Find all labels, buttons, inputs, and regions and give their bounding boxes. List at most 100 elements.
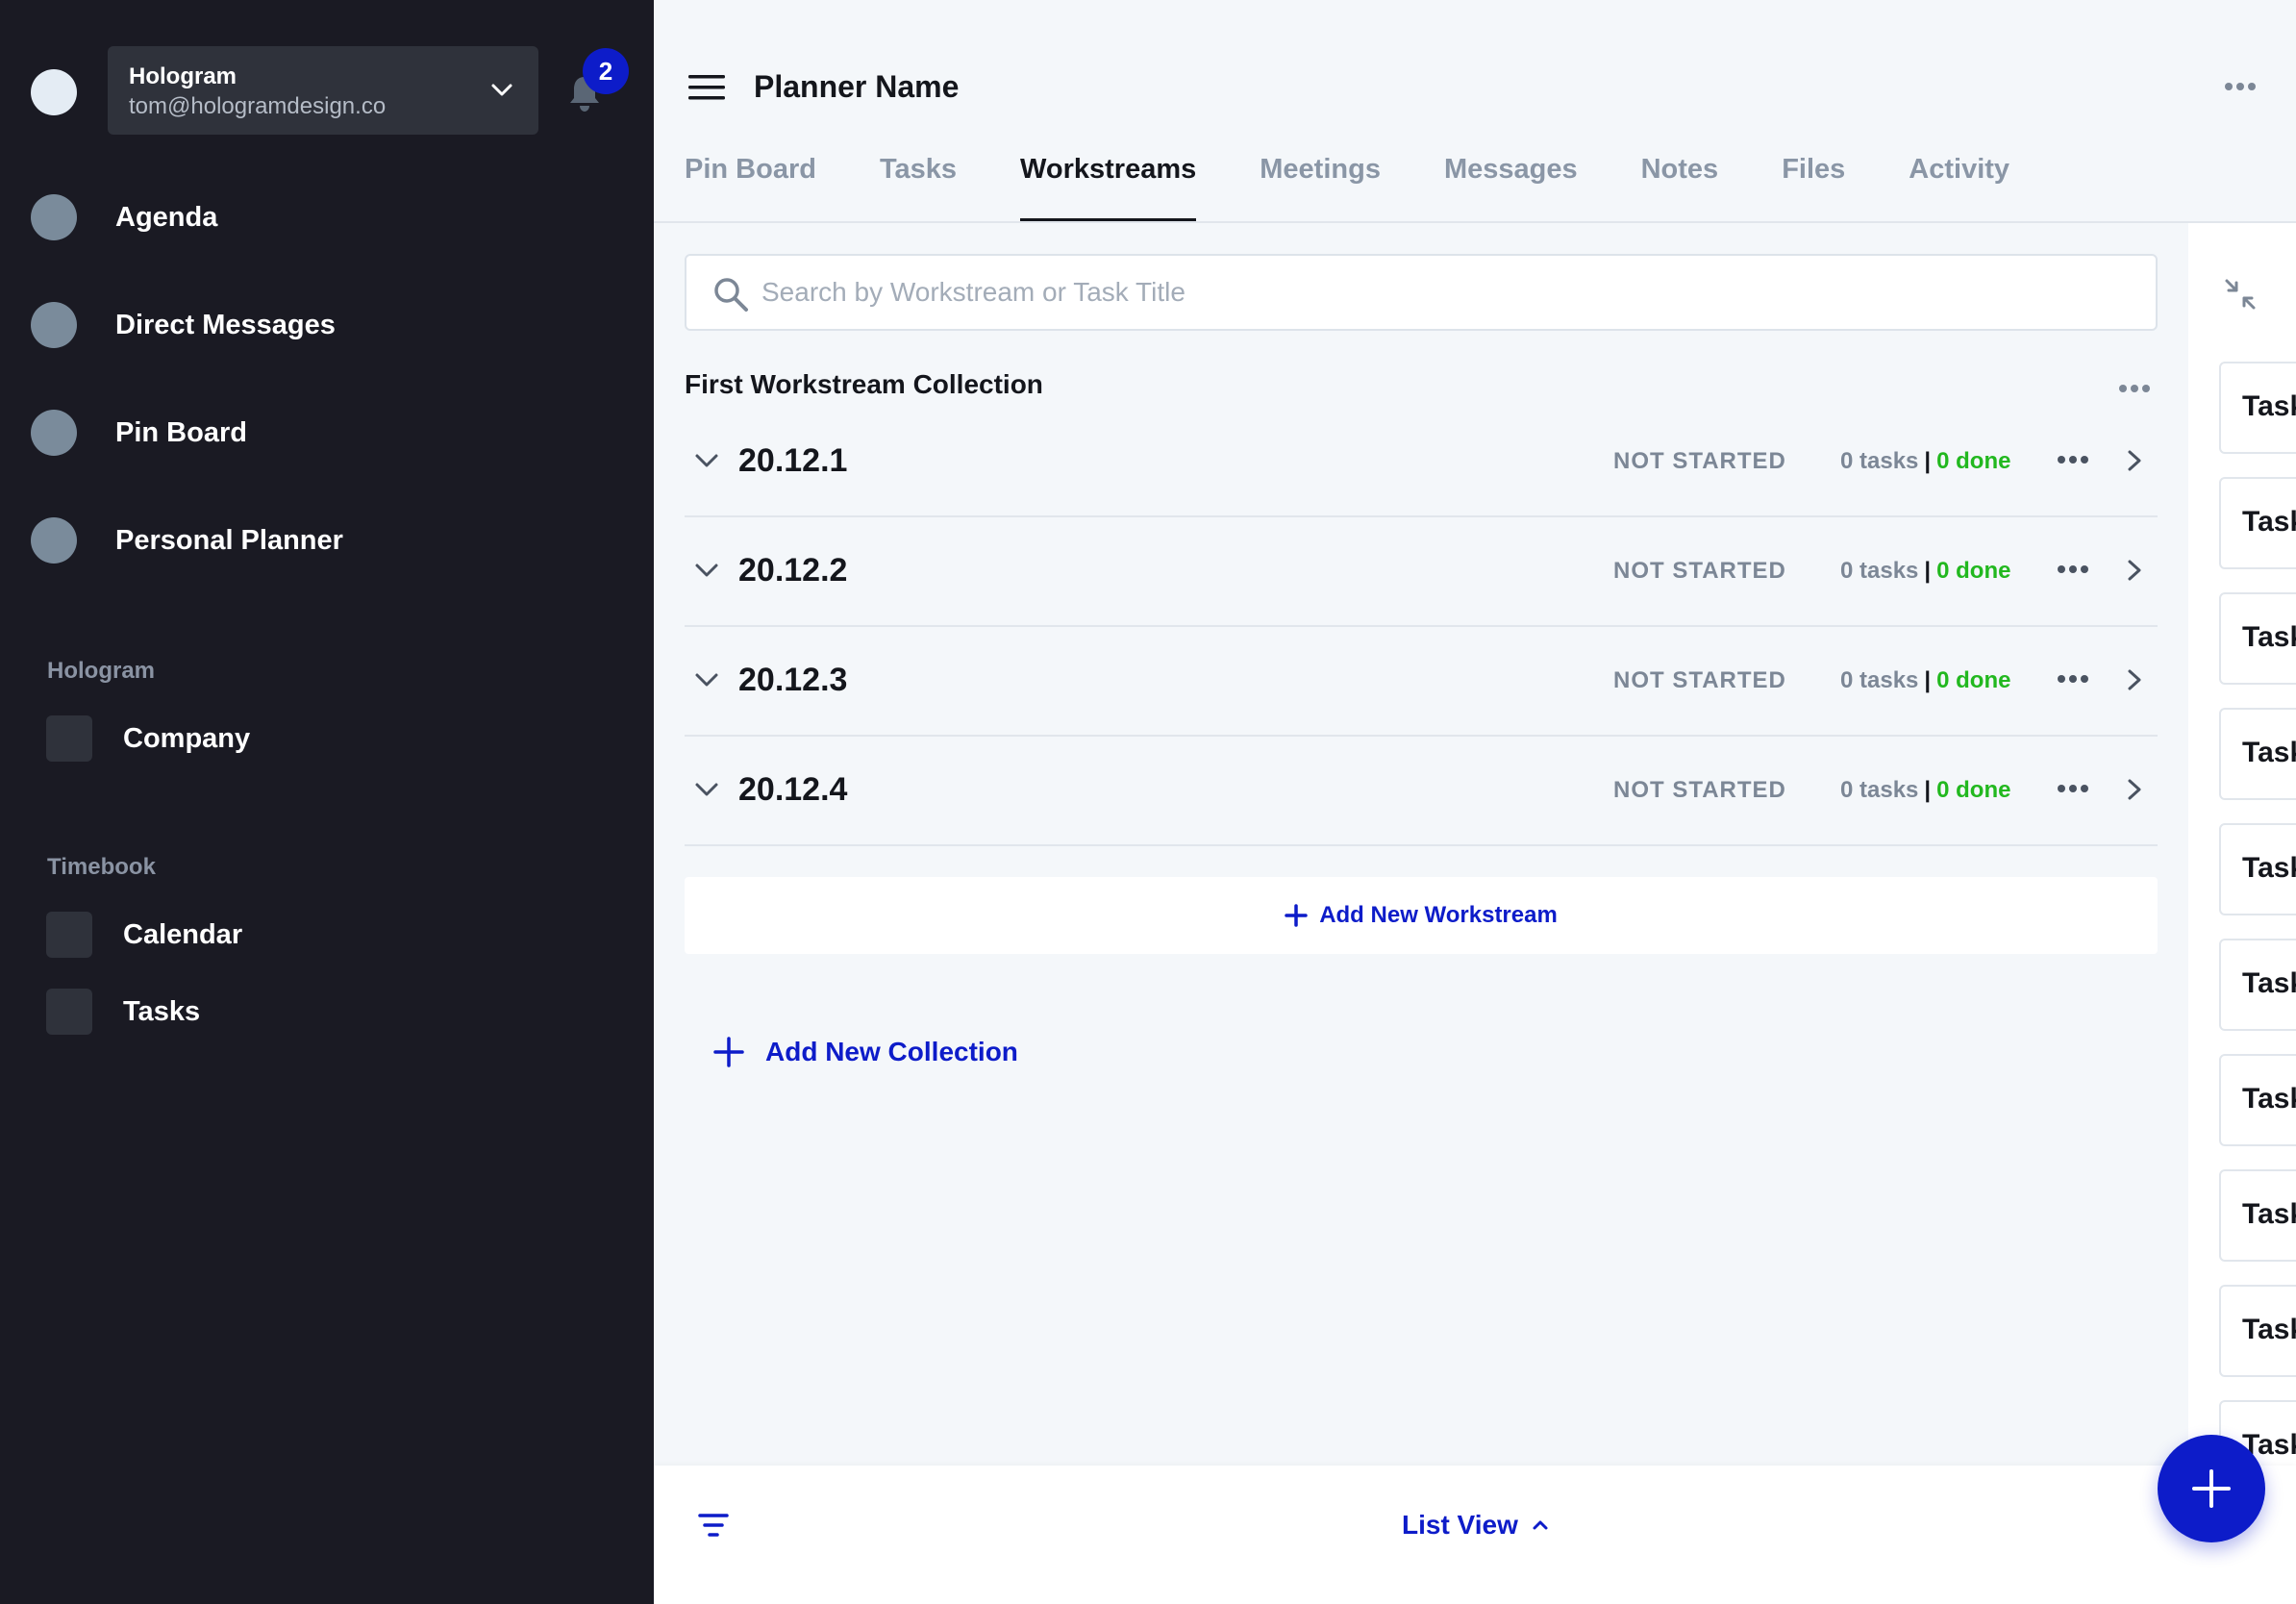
task-card[interactable]: Task	[2219, 1054, 2296, 1146]
menu-icon[interactable]	[688, 73, 725, 102]
tasks-total: 0 tasks	[1840, 777, 1919, 803]
workstream-row[interactable]: 20.12.4 NOT STARTED 0 tasks | 0 done	[685, 737, 2158, 846]
workstream-name: 20.12.3	[738, 662, 848, 698]
plus-icon	[713, 1037, 744, 1067]
tasks-total: 0 tasks	[1840, 448, 1919, 474]
add-collection-label: Add New Collection	[765, 1037, 1018, 1066]
sidebar-item-personal-planner[interactable]: Personal Planner	[31, 514, 343, 567]
plus-icon	[2192, 1469, 2231, 1508]
account-avatar[interactable]	[31, 69, 77, 115]
tabs-divider	[654, 221, 2296, 223]
status-badge: NOT STARTED	[1613, 448, 1786, 474]
add-workstream-label: Add New Workstream	[1319, 902, 1558, 928]
add-collection-button[interactable]: Add New Collection	[713, 1033, 1018, 1071]
chevron-down-icon[interactable]	[692, 556, 721, 585]
count-separator: |	[1924, 667, 1932, 693]
chevron-down-icon[interactable]	[692, 775, 721, 804]
tab-pin-board[interactable]: Pin Board	[685, 152, 816, 221]
account-name: Hologram	[129, 63, 237, 89]
task-count: 0 tasks | 0 done	[1840, 667, 2010, 694]
task-card[interactable]: Task	[2219, 477, 2296, 569]
status-badge: NOT STARTED	[1613, 667, 1786, 693]
workstream-row[interactable]: 20.12.1 NOT STARTED 0 tasks | 0 done	[685, 408, 2158, 517]
more-options-icon[interactable]	[2056, 781, 2090, 796]
chevron-right-icon[interactable]	[2123, 775, 2146, 804]
collapse-icon[interactable]	[2223, 277, 2258, 312]
tab-files[interactable]: Files	[1782, 152, 1845, 221]
chevron-right-icon[interactable]	[2123, 556, 2146, 585]
tasks-done: 0 done	[1936, 448, 2011, 474]
add-fab-button[interactable]	[2158, 1435, 2265, 1542]
personal-planner-icon	[31, 517, 77, 564]
tab-messages[interactable]: Messages	[1444, 152, 1578, 221]
search-icon	[714, 278, 748, 312]
count-separator: |	[1924, 777, 1932, 803]
tab-workstreams[interactable]: Workstreams	[1020, 152, 1197, 221]
workstream-row[interactable]: 20.12.2 NOT STARTED 0 tasks | 0 done	[685, 517, 2158, 627]
section-title-hologram: Hologram	[47, 658, 156, 684]
more-options-icon[interactable]	[2056, 562, 2090, 577]
count-separator: |	[1924, 448, 1932, 474]
chevron-down-icon[interactable]	[692, 446, 721, 475]
tab-activity[interactable]: Activity	[1909, 152, 2009, 221]
search-input[interactable]	[761, 256, 2127, 329]
plus-icon	[1285, 904, 1308, 927]
task-count: 0 tasks | 0 done	[1840, 558, 2010, 585]
tab-notes[interactable]: Notes	[1641, 152, 1719, 221]
account-switcher[interactable]: Hologram tom@hologramdesign.co	[108, 46, 538, 135]
filter-icon[interactable]	[696, 1508, 731, 1542]
chevron-up-icon	[1533, 1520, 1548, 1530]
status-badge: NOT STARTED	[1613, 777, 1786, 803]
sidebar-item-calendar[interactable]: Calendar	[46, 912, 242, 958]
chevron-down-icon	[491, 84, 512, 96]
task-card[interactable]: Task	[2219, 1169, 2296, 1262]
more-options-icon[interactable]	[2223, 79, 2258, 94]
tab-tasks[interactable]: Tasks	[880, 152, 957, 221]
sidebar-item-label: Personal Planner	[115, 524, 343, 556]
task-card[interactable]: Task	[2219, 823, 2296, 915]
workstream-row[interactable]: 20.12.3 NOT STARTED 0 tasks | 0 done	[685, 627, 2158, 737]
collection-title: First Workstream Collection	[685, 369, 1043, 399]
chevron-down-icon[interactable]	[692, 665, 721, 694]
sidebar-item-company[interactable]: Company	[46, 715, 250, 762]
sidebar-item-direct-messages[interactable]: Direct Messages	[31, 298, 336, 352]
more-options-icon[interactable]	[2056, 671, 2090, 687]
tab-meetings[interactable]: Meetings	[1260, 152, 1381, 221]
sidebar-item-label: Calendar	[123, 918, 243, 950]
sidebar-item-tasks[interactable]: Tasks	[46, 989, 200, 1035]
tasks-done: 0 done	[1936, 558, 2011, 584]
task-card[interactable]: Task	[2219, 362, 2296, 454]
workstream-name: 20.12.4	[738, 771, 848, 808]
company-icon	[46, 715, 92, 762]
task-card[interactable]: Task	[2219, 1285, 2296, 1377]
main-panel: Planner Name Pin Board Tasks Workstreams…	[654, 0, 2296, 1604]
more-options-icon[interactable]	[2117, 381, 2152, 396]
sidebar-item-label: Tasks	[123, 995, 201, 1027]
task-card[interactable]: Task	[2219, 592, 2296, 685]
chevron-right-icon[interactable]	[2123, 665, 2146, 694]
task-count: 0 tasks | 0 done	[1840, 448, 2010, 475]
sidebar-item-label: Company	[123, 722, 251, 754]
account-email: tom@hologramdesign.co	[129, 93, 387, 119]
add-workstream-button[interactable]: Add New Workstream	[685, 877, 2158, 954]
tasks-total: 0 tasks	[1840, 558, 1919, 584]
more-options-icon[interactable]	[2056, 452, 2090, 467]
sidebar-item-label: Pin Board	[115, 416, 247, 448]
tasks-done: 0 done	[1936, 667, 2011, 693]
status-badge: NOT STARTED	[1613, 558, 1786, 584]
task-side-panel: Task Task Task Task Task Task Task Task …	[2188, 223, 2296, 1492]
task-card[interactable]: Task	[2219, 708, 2296, 800]
calendar-icon	[46, 912, 92, 958]
section-title-timebook: Timebook	[47, 854, 156, 880]
workstream-name: 20.12.2	[738, 552, 848, 589]
agenda-icon	[31, 194, 77, 240]
sidebar-item-agenda[interactable]: Agenda	[31, 190, 217, 244]
sidebar-item-pin-board[interactable]: Pin Board	[31, 406, 247, 460]
tasks-done: 0 done	[1936, 777, 2011, 803]
view-switcher[interactable]: List View	[1402, 1508, 1549, 1542]
view-label: List View	[1402, 1510, 1518, 1540]
chevron-right-icon[interactable]	[2123, 446, 2146, 475]
pin-board-icon	[31, 410, 77, 456]
task-card[interactable]: Task	[2219, 939, 2296, 1031]
sidebar-item-label: Direct Messages	[115, 309, 336, 340]
